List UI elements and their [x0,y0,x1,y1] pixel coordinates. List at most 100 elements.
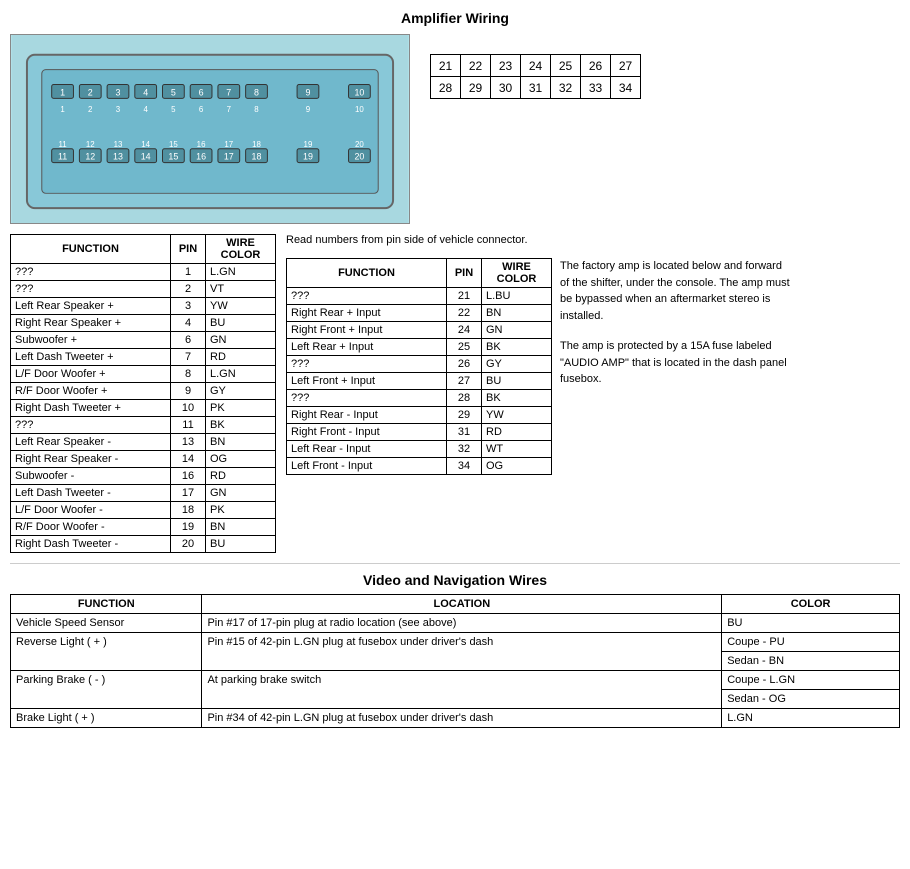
function-cell: Left Rear + Input [287,339,447,356]
table-row: L/F Door Woofer -18PK [11,502,276,519]
pin-cell: 4 [171,315,206,332]
table-row: R/F Door Woofer +9GY [11,383,276,400]
color-cell: PK [206,502,276,519]
svg-text:8: 8 [254,105,259,114]
table-row: R/F Door Woofer -19BN [11,519,276,536]
color-cell: BU [206,315,276,332]
svg-text:20: 20 [355,140,364,149]
function-cell: R/F Door Woofer - [11,519,171,536]
function-cell: Right Rear Speaker - [11,451,171,468]
table-row: L/F Door Woofer +8L.GN [11,366,276,383]
color-cell: OG [206,451,276,468]
function-cell: ??? [11,264,171,281]
table-row: Right Front + Input24GN [287,322,552,339]
table-row: Reverse Light ( + )Pin #15 of 42-pin L.G… [11,633,900,652]
nav-header-location: LOCATION [202,595,722,614]
svg-text:7: 7 [226,87,231,97]
pin-cell: 2 [171,281,206,298]
function-cell: ??? [287,356,447,373]
pin-cell: 3 [171,298,206,315]
table-row: Right Dash Tweeter +10PK [11,400,276,417]
color-cell: OG [482,458,552,475]
svg-text:9: 9 [305,87,310,97]
pin-cell: 32 [551,77,581,99]
function-cell: Left Front - Input [287,458,447,475]
color-cell: GY [206,383,276,400]
pin-cell: 10 [171,400,206,417]
nav-header-color: COLOR [722,595,900,614]
svg-text:15: 15 [168,152,178,162]
function-cell: Right Rear Speaker + [11,315,171,332]
table-row: Right Dash Tweeter -20BU [11,536,276,553]
svg-text:3: 3 [116,87,121,97]
color-cell: L.BU [482,288,552,305]
function-cell: ??? [287,390,447,407]
table-row: Left Front - Input34OG [287,458,552,475]
function-cell: Left Rear - Input [287,441,447,458]
pin-cell: 17 [171,485,206,502]
pin-cell: 18 [171,502,206,519]
pin-cell: 21 [431,55,461,77]
table-row: Left Dash Tweeter -17GN [11,485,276,502]
nav-section-title: Video and Navigation Wires [10,563,900,588]
table-row: ???1L.GN [11,264,276,281]
color-cell: BU [482,373,552,390]
pin-cell: 25 [447,339,482,356]
pin-cell: 27 [447,373,482,390]
color-cell: GN [206,332,276,349]
function-cell: Subwoofer + [11,332,171,349]
right-header-color: WIRE COLOR [482,259,552,288]
pin-cell: 27 [611,55,641,77]
right-header-function: FUNCTION [287,259,447,288]
pin-cell: 22 [447,305,482,322]
function-cell: Left Dash Tweeter + [11,349,171,366]
function-cell: L/F Door Woofer + [11,366,171,383]
color-cell: GN [482,322,552,339]
nav-header-function: FUNCTION [11,595,202,614]
nav-table: FUNCTION LOCATION COLOR Vehicle Speed Se… [10,594,900,728]
function-cell: Right Rear + Input [287,305,447,322]
function-cell: ??? [11,281,171,298]
svg-text:7: 7 [227,105,231,114]
function-cell: Reverse Light ( + ) [11,633,202,671]
table-row: Left Rear Speaker +3YW [11,298,276,315]
svg-text:6: 6 [199,105,204,114]
page-title: Amplifier Wiring [10,10,900,26]
svg-text:4: 4 [143,87,148,97]
pin-cell: 31 [521,77,551,99]
note-2: The amp is protected by a 15A fuse label… [560,338,790,388]
function-cell: L/F Door Woofer - [11,502,171,519]
function-cell: Left Rear Speaker - [11,434,171,451]
pin-cell: 31 [447,424,482,441]
color-cell: RD [206,349,276,366]
svg-text:8: 8 [254,87,259,97]
table-row: ???28BK [287,390,552,407]
table-row: Right Rear + Input22BN [287,305,552,322]
svg-text:18: 18 [252,152,262,162]
pin-cell: 16 [171,468,206,485]
function-cell: Right Dash Tweeter + [11,400,171,417]
pin-cell: 6 [171,332,206,349]
table-row: ???11BK [11,417,276,434]
pin-cell: 13 [171,434,206,451]
pin-cell: 29 [447,407,482,424]
color-cell: L.GN [206,264,276,281]
pin-cell: 22 [461,55,491,77]
color-cell: RD [206,468,276,485]
svg-text:9: 9 [306,105,311,114]
svg-text:13: 13 [113,152,123,162]
table-row: Right Rear Speaker -14OG [11,451,276,468]
pin-cell: 23 [491,55,521,77]
pin-cell: 34 [611,77,641,99]
right-table-wrapper: FUNCTION PIN WIRE COLOR ???21L.BURight R… [286,258,552,475]
svg-text:1: 1 [60,87,65,97]
svg-text:2: 2 [88,105,92,114]
pin-cell: 14 [171,451,206,468]
table-row: Right Rear Speaker +4BU [11,315,276,332]
table-row: Vehicle Speed SensorPin #17 of 17-pin pl… [11,614,900,633]
color-cell: BU [206,536,276,553]
table-row: Left Rear - Input32WT [287,441,552,458]
color-cell: VT [206,281,276,298]
pin-cell: 28 [431,77,461,99]
color-cell: BK [206,417,276,434]
